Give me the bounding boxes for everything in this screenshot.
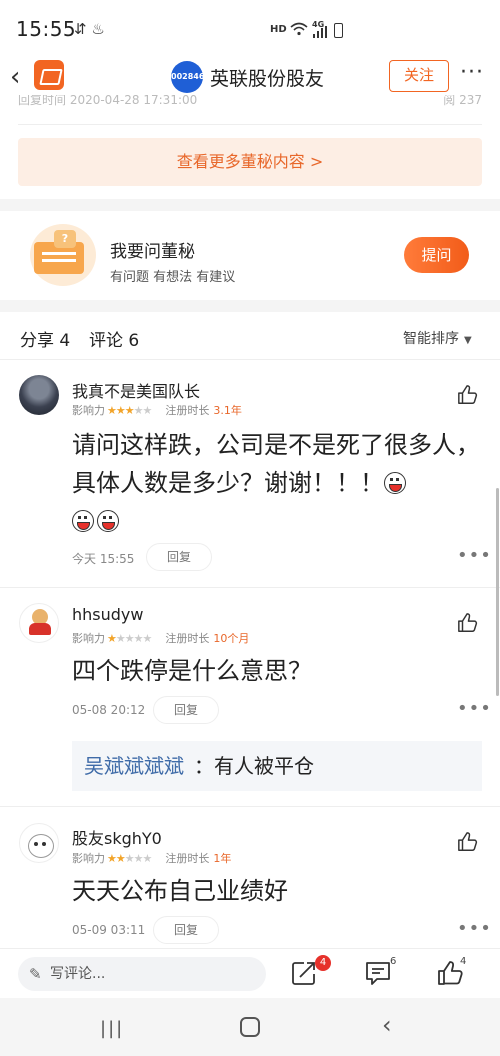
tab-comment[interactable]: 评论 6 <box>89 326 139 351</box>
influence-stars: ★★★★★ <box>107 852 152 865</box>
avatar[interactable] <box>19 603 59 643</box>
sub-reply-user[interactable]: 吴斌斌斌斌 <box>84 754 184 778</box>
thumbs-up-icon[interactable] <box>457 612 479 634</box>
home-icon[interactable] <box>240 1017 260 1037</box>
comment-username[interactable]: hhsudyw <box>72 605 143 624</box>
comment-username[interactable]: 我真不是美国队长 <box>72 378 200 402</box>
comment-more-icon[interactable]: ••• <box>457 918 492 939</box>
battery-icon <box>334 23 343 38</box>
tabs-row: 分享 4 评论 6 智能排序 ▼ <box>0 312 500 360</box>
section-gap <box>0 300 500 312</box>
thumbs-up-icon[interactable] <box>457 831 479 853</box>
status-time: 15:55 <box>16 17 77 41</box>
ask-question-button[interactable]: 提问 <box>404 237 469 273</box>
influence-label: 影响力 <box>72 852 105 865</box>
page-title: 英联股份股友 <box>210 68 325 90</box>
divider <box>18 124 482 125</box>
share-icon[interactable] <box>290 959 318 987</box>
tab-share[interactable]: 分享 4 <box>20 326 70 351</box>
tenure-value: 1年 <box>213 852 232 865</box>
tenure-value: 10个月 <box>213 632 250 645</box>
comment-icon[interactable] <box>364 959 392 987</box>
tenure-label: 注册时长 <box>165 852 210 865</box>
laughing-emoji-icon <box>72 510 94 532</box>
hd-label: HD <box>270 24 287 35</box>
system-navigation-bar: ||| ‹ <box>0 998 500 1056</box>
influence-label: 影响力 <box>72 404 105 417</box>
recent-apps-icon[interactable]: ||| <box>100 1018 124 1039</box>
reply-button[interactable]: 回复 <box>153 916 219 944</box>
previous-reply-time: 回复时间 2020-04-28 17:31:00 <box>18 95 198 107</box>
influence-stars: ★★★★★ <box>107 632 152 645</box>
navigation-bar: ‹ 002846 英联股份股友 关注 ··· <box>0 56 500 98</box>
comment-meta: 影响力 ★★★★★ 注册时长 10个月 <box>72 630 249 646</box>
more-options-icon[interactable]: ··· <box>460 60 484 85</box>
app-logo-icon <box>34 60 64 90</box>
write-comment-placeholder: 写评论... <box>50 966 106 982</box>
reply-button[interactable]: 回复 <box>146 543 212 571</box>
status-bar: 15:55 ⇵ ♨ HD 4G <box>0 0 500 56</box>
ask-secretary-subtitle: 有问题 有想法 有建议 <box>110 270 236 285</box>
avatar[interactable] <box>19 823 59 863</box>
sub-reply[interactable]: 吴斌斌斌斌 ：有人被平仓 <box>72 741 482 791</box>
comment-text: 四个跌停是什么意思？ <box>72 657 312 685</box>
sub-reply-text: 有人被平仓 <box>214 754 314 778</box>
tenure-label: 注册时长 <box>165 632 210 645</box>
comment-body: 请问这样跌，公司是不是死了很多人，具体人数是多少？谢谢！！！ <box>72 431 480 497</box>
comment-meta: 影响力 ★★★★★ 注册时长 1年 <box>72 850 231 866</box>
stock-code-badge: 002846 <box>171 61 204 93</box>
comment-username[interactable]: 股友skghY0 <box>72 825 162 849</box>
previous-read-count: 阅 237 <box>443 95 482 107</box>
pen-icon: ✎ <box>29 965 42 983</box>
divider <box>0 806 500 807</box>
sort-dropdown[interactable]: 智能排序 ▼ <box>403 328 472 348</box>
influence-stars: ★★★★★ <box>107 404 152 417</box>
tenure-label: 注册时长 <box>165 404 210 417</box>
triangle-down-icon: ▼ <box>464 335 472 346</box>
comment-time: 05-08 20:12 <box>72 703 146 717</box>
ask-secretary-illustration-icon: ? <box>30 224 96 286</box>
status-notification-icons: ⇵ ♨ <box>74 20 105 38</box>
bottom-action-bar: ✎ 写评论... 4 6 4 <box>0 948 500 998</box>
page: 15:55 ⇵ ♨ HD 4G ‹ 002846 英联股份股友 关注 ··· 回… <box>0 0 500 1056</box>
back-chevron-icon[interactable]: ‹ <box>10 62 20 92</box>
avatar[interactable] <box>19 375 59 415</box>
laughing-emoji-icon <box>384 472 406 494</box>
write-comment-input[interactable]: ✎ 写评论... <box>18 957 266 991</box>
divider <box>0 587 500 588</box>
thumbs-up-icon[interactable] <box>457 384 479 406</box>
comment-more-icon[interactable]: ••• <box>457 545 492 566</box>
comment-text: 天天公布自己业绩好 <box>72 877 288 905</box>
like-count: 4 <box>460 956 467 967</box>
comment-more-icon[interactable]: ••• <box>457 698 492 719</box>
comment-count: 6 <box>390 956 397 967</box>
follow-button[interactable]: 关注 <box>389 60 449 92</box>
influence-label: 影响力 <box>72 632 105 645</box>
comment-text: 请问这样跌，公司是不是死了很多人，具体人数是多少？谢谢！！！ <box>72 426 482 540</box>
question-bubble-icon: ? <box>54 230 76 248</box>
sub-reply-separator: ： <box>194 754 214 778</box>
tenure-value: 3.1年 <box>213 404 242 417</box>
sort-label: 智能排序 <box>403 331 459 347</box>
wifi-icon <box>290 22 308 36</box>
previous-reply-row: 回复时间 2020-04-28 17:31:00 阅 237 <box>18 95 482 111</box>
comment-meta: 影响力 ★★★★★ 注册时长 3.1年 <box>72 402 242 418</box>
scrollbar[interactable] <box>496 488 499 696</box>
signal-icon <box>313 26 327 38</box>
laughing-emoji-icon <box>97 510 119 532</box>
more-secretary-content-button[interactable]: 查看更多董秘内容 > <box>18 138 482 186</box>
ask-secretary-title: 我要问董秘 <box>110 242 195 262</box>
share-count-badge: 4 <box>315 955 331 971</box>
reply-button[interactable]: 回复 <box>153 696 219 724</box>
back-icon[interactable]: ‹ <box>382 1011 392 1039</box>
section-gap <box>0 199 500 211</box>
comment-time: 今天 15:55 <box>72 552 135 566</box>
comment-time: 05-09 03:11 <box>72 923 146 937</box>
